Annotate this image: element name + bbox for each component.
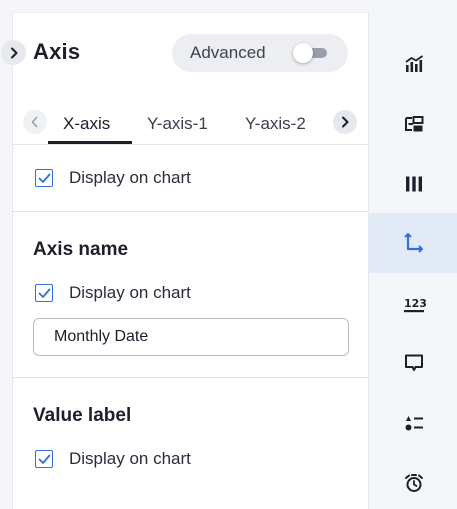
axis-display-option: Display on chart (35, 167, 191, 189)
tab-x-axis[interactable]: X-axis (63, 114, 110, 134)
toggle-knob (293, 43, 313, 63)
columns-icon (405, 176, 422, 192)
panel-title: Axis (33, 39, 81, 64)
axis-display-label: Display on chart (69, 168, 191, 187)
chevron-left-icon (31, 116, 38, 128)
rail-item-legend[interactable] (369, 393, 457, 453)
axis-name-input[interactable] (33, 318, 349, 356)
rail-item-chart-type[interactable] (369, 34, 457, 94)
value-label-display-label: Display on chart (69, 449, 191, 468)
svg-text:123: 123 (404, 297, 426, 310)
checkmark-icon (38, 288, 50, 298)
data-source-icon (404, 116, 423, 132)
axis-name-display-checkbox[interactable] (35, 284, 53, 302)
axis-display-checkbox[interactable] (35, 169, 53, 187)
chart-type-icon (404, 55, 423, 72)
settings-rail: 123 (368, 12, 457, 509)
axis-tabs: X-axis Y-axis-1 Y-axis-2 (13, 94, 369, 145)
axis-icon (403, 233, 423, 253)
chevron-right-icon (342, 116, 349, 128)
advanced-label: Advanced (190, 43, 266, 62)
collapse-panel-button[interactable] (1, 40, 26, 65)
tabs-scroll-right-button[interactable] (333, 110, 357, 134)
number-format-icon: 123 (403, 297, 426, 313)
value-label-title: Value label (33, 405, 132, 426)
rail-item-axis[interactable] (369, 213, 457, 273)
section-divider (13, 377, 369, 378)
active-tab-indicator (48, 141, 132, 144)
tooltip-icon (404, 354, 423, 371)
rail-item-columns[interactable] (369, 154, 457, 214)
checkmark-icon (38, 173, 50, 183)
tab-y-axis-1[interactable]: Y-axis-1 (147, 114, 208, 134)
chevron-right-icon (10, 47, 17, 58)
axis-name-display-option: Display on chart (35, 282, 191, 304)
tab-y-axis-2[interactable]: Y-axis-2 (245, 114, 306, 134)
rail-item-alarm[interactable] (369, 453, 457, 509)
axis-name-title: Axis name (33, 239, 129, 260)
rail-item-tooltip[interactable] (369, 333, 457, 393)
alarm-icon (404, 474, 423, 492)
value-label-display-checkbox[interactable] (35, 450, 53, 468)
axis-settings-panel: Axis Advanced X-axis Y-axis-1 Y-axis-2 D… (1, 12, 369, 509)
axis-name-display-label: Display on chart (69, 283, 191, 302)
rail-item-data-source[interactable] (369, 94, 457, 154)
value-label-display-option: Display on chart (35, 448, 191, 470)
advanced-toggle-pill[interactable]: Advanced (172, 34, 348, 72)
rail-item-number-format[interactable]: 123 (369, 274, 457, 334)
chart-settings-window: Axis Advanced X-axis Y-axis-1 Y-axis-2 D… (0, 0, 457, 509)
legend-icon (405, 416, 423, 431)
section-divider (13, 211, 369, 212)
checkmark-icon (38, 454, 50, 464)
advanced-toggle[interactable] (293, 43, 329, 63)
tabs-scroll-left-button[interactable] (23, 110, 47, 134)
top-strip (0, 0, 457, 12)
